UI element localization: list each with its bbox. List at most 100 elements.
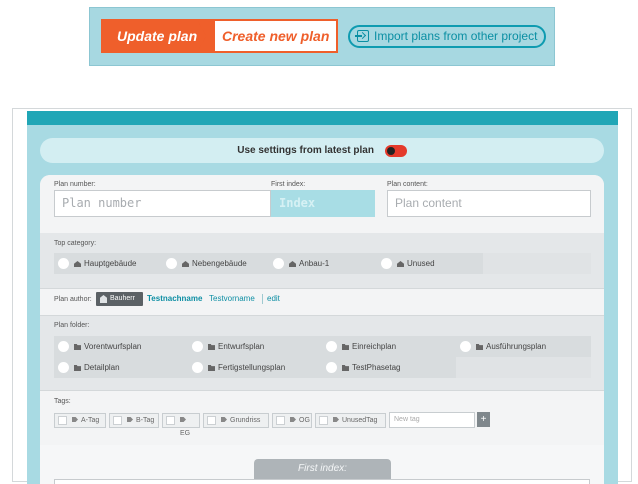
tag-eg[interactable]: EG	[162, 413, 200, 437]
first-index-label: First index:	[271, 181, 306, 188]
plan-author-label: Plan author:	[54, 296, 92, 303]
radio-button	[460, 341, 471, 352]
radio-button	[58, 362, 69, 373]
radio-button	[58, 341, 69, 352]
active-tab-arrow	[198, 21, 206, 51]
tag-icon	[72, 417, 78, 422]
folder-icon	[342, 344, 349, 350]
tag-label: UnusedTag	[342, 417, 378, 424]
folder-option-fertigstellungsplan[interactable]: Fertigstellungsplan	[188, 357, 322, 378]
settings-bar: Use settings from latest plan	[40, 138, 604, 163]
import-plans-label: Import plans from other project	[374, 29, 538, 43]
folder-option-label: Detailplan	[84, 363, 120, 372]
use-latest-settings-toggle[interactable]	[384, 144, 407, 157]
plan-folder-label: Plan folder:	[54, 322, 90, 329]
tag-icon	[333, 417, 339, 422]
radio-button	[166, 258, 177, 269]
folder-option-detailplan[interactable]: Detailplan	[54, 357, 188, 378]
new-tag-input[interactable]: New tag	[389, 412, 475, 428]
category-option-unused[interactable]: Unused	[377, 253, 483, 274]
folder-option-ausfuhrungsplan[interactable]: Ausführungsplan	[456, 336, 591, 357]
folder-option-einreichplan[interactable]: Einreichplan	[322, 336, 456, 357]
folder-option-label: Einreichplan	[352, 342, 397, 351]
tag-a[interactable]: A-Tag	[54, 413, 106, 428]
divider	[40, 315, 604, 316]
tag-label: A-Tag	[81, 417, 100, 424]
checkbox	[58, 416, 67, 425]
import-plans-button[interactable]: Import plans from other project	[348, 25, 546, 48]
index-input[interactable]: Index	[271, 190, 375, 217]
author-first-name: Testvorname	[209, 294, 255, 303]
house-icon	[182, 261, 189, 267]
folder-option-label: Fertigstellungsplan	[218, 363, 286, 372]
tag-icon	[127, 417, 133, 422]
folder-option-label: TestPhasetag	[352, 363, 401, 372]
plan-number-label: Plan number:	[54, 181, 96, 188]
plan-content-label: Plan content:	[387, 181, 428, 188]
radio-button	[58, 258, 69, 269]
radio-button	[192, 341, 203, 352]
plan-mode-toolbar: Create new plan Update plan Import plans…	[89, 7, 555, 66]
edit-author-link[interactable]: edit	[267, 292, 280, 306]
house-icon	[397, 261, 404, 267]
category-option-anbau[interactable]: Anbau-1	[269, 253, 377, 274]
tags-label: Tags:	[54, 398, 71, 405]
radio-button	[273, 258, 284, 269]
folder-icon	[208, 365, 215, 371]
house-icon	[74, 261, 81, 267]
folder-icon	[74, 365, 81, 371]
radio-button	[326, 341, 337, 352]
folder-icon	[208, 344, 215, 350]
folder-option-entwurfsplan[interactable]: Entwurfsplan	[188, 336, 322, 357]
tag-icon	[180, 417, 186, 422]
category-option-nebengebaude[interactable]: Nebengebäude	[162, 253, 269, 274]
panel-header-bar	[27, 111, 618, 125]
create-new-plan-tab[interactable]: Create new plan	[198, 19, 338, 53]
first-index-area	[54, 479, 590, 484]
category-option-label: Unused	[407, 259, 435, 268]
author-role-badge: Bauherr	[96, 292, 143, 306]
tag-label: EG	[180, 430, 191, 437]
tag-grundriss[interactable]: Grundriss	[203, 413, 269, 428]
divider	[40, 288, 604, 289]
checkbox	[207, 416, 216, 425]
plan-form: Plan number: First index: Plan content: …	[40, 175, 604, 484]
category-empty-slot	[483, 253, 591, 274]
folder-option-label: Entwurfsplan	[218, 342, 265, 351]
checkbox	[166, 416, 175, 425]
folder-option-label: Vorentwurfsplan	[84, 342, 142, 351]
top-category-label: Top category:	[54, 240, 97, 247]
category-option-label: Nebengebäude	[192, 259, 247, 268]
checkbox	[113, 416, 122, 425]
folder-icon	[74, 344, 81, 350]
checkbox	[319, 416, 328, 425]
add-tag-button[interactable]: +	[477, 412, 490, 427]
radio-button	[326, 362, 337, 373]
category-option-label: Anbau-1	[299, 259, 330, 268]
folder-icon	[476, 344, 483, 350]
house-icon	[289, 261, 296, 267]
use-latest-settings-label: Use settings from latest plan	[237, 145, 374, 156]
tag-label: B-Tag	[136, 417, 155, 424]
tag-b[interactable]: B-Tag	[109, 413, 159, 428]
category-option-hauptgebaude[interactable]: Hauptgebäude	[54, 253, 162, 274]
checkbox	[276, 416, 285, 425]
separator	[262, 294, 263, 304]
tag-unused[interactable]: UnusedTag	[315, 413, 386, 428]
folder-option-vorentwurfsplan[interactable]: Vorentwurfsplan	[54, 336, 188, 357]
tag-icon	[221, 417, 227, 422]
plan-number-input[interactable]: Plan number	[54, 190, 271, 217]
radio-button	[381, 258, 392, 269]
tag-og[interactable]: OG	[272, 413, 312, 428]
tag-label: Grundriss	[230, 417, 261, 424]
folder-option-testphasetag[interactable]: TestPhasetag	[322, 357, 456, 378]
folder-icon	[342, 365, 349, 371]
toggle-knob	[386, 146, 395, 155]
plan-content-input[interactable]: Plan content	[387, 190, 591, 217]
tag-label: OG	[299, 417, 310, 424]
radio-button	[192, 362, 203, 373]
user-icon	[100, 295, 107, 303]
folder-empty-slot	[456, 357, 591, 378]
tag-icon	[290, 417, 296, 422]
author-role-label: Bauherr	[110, 295, 135, 302]
